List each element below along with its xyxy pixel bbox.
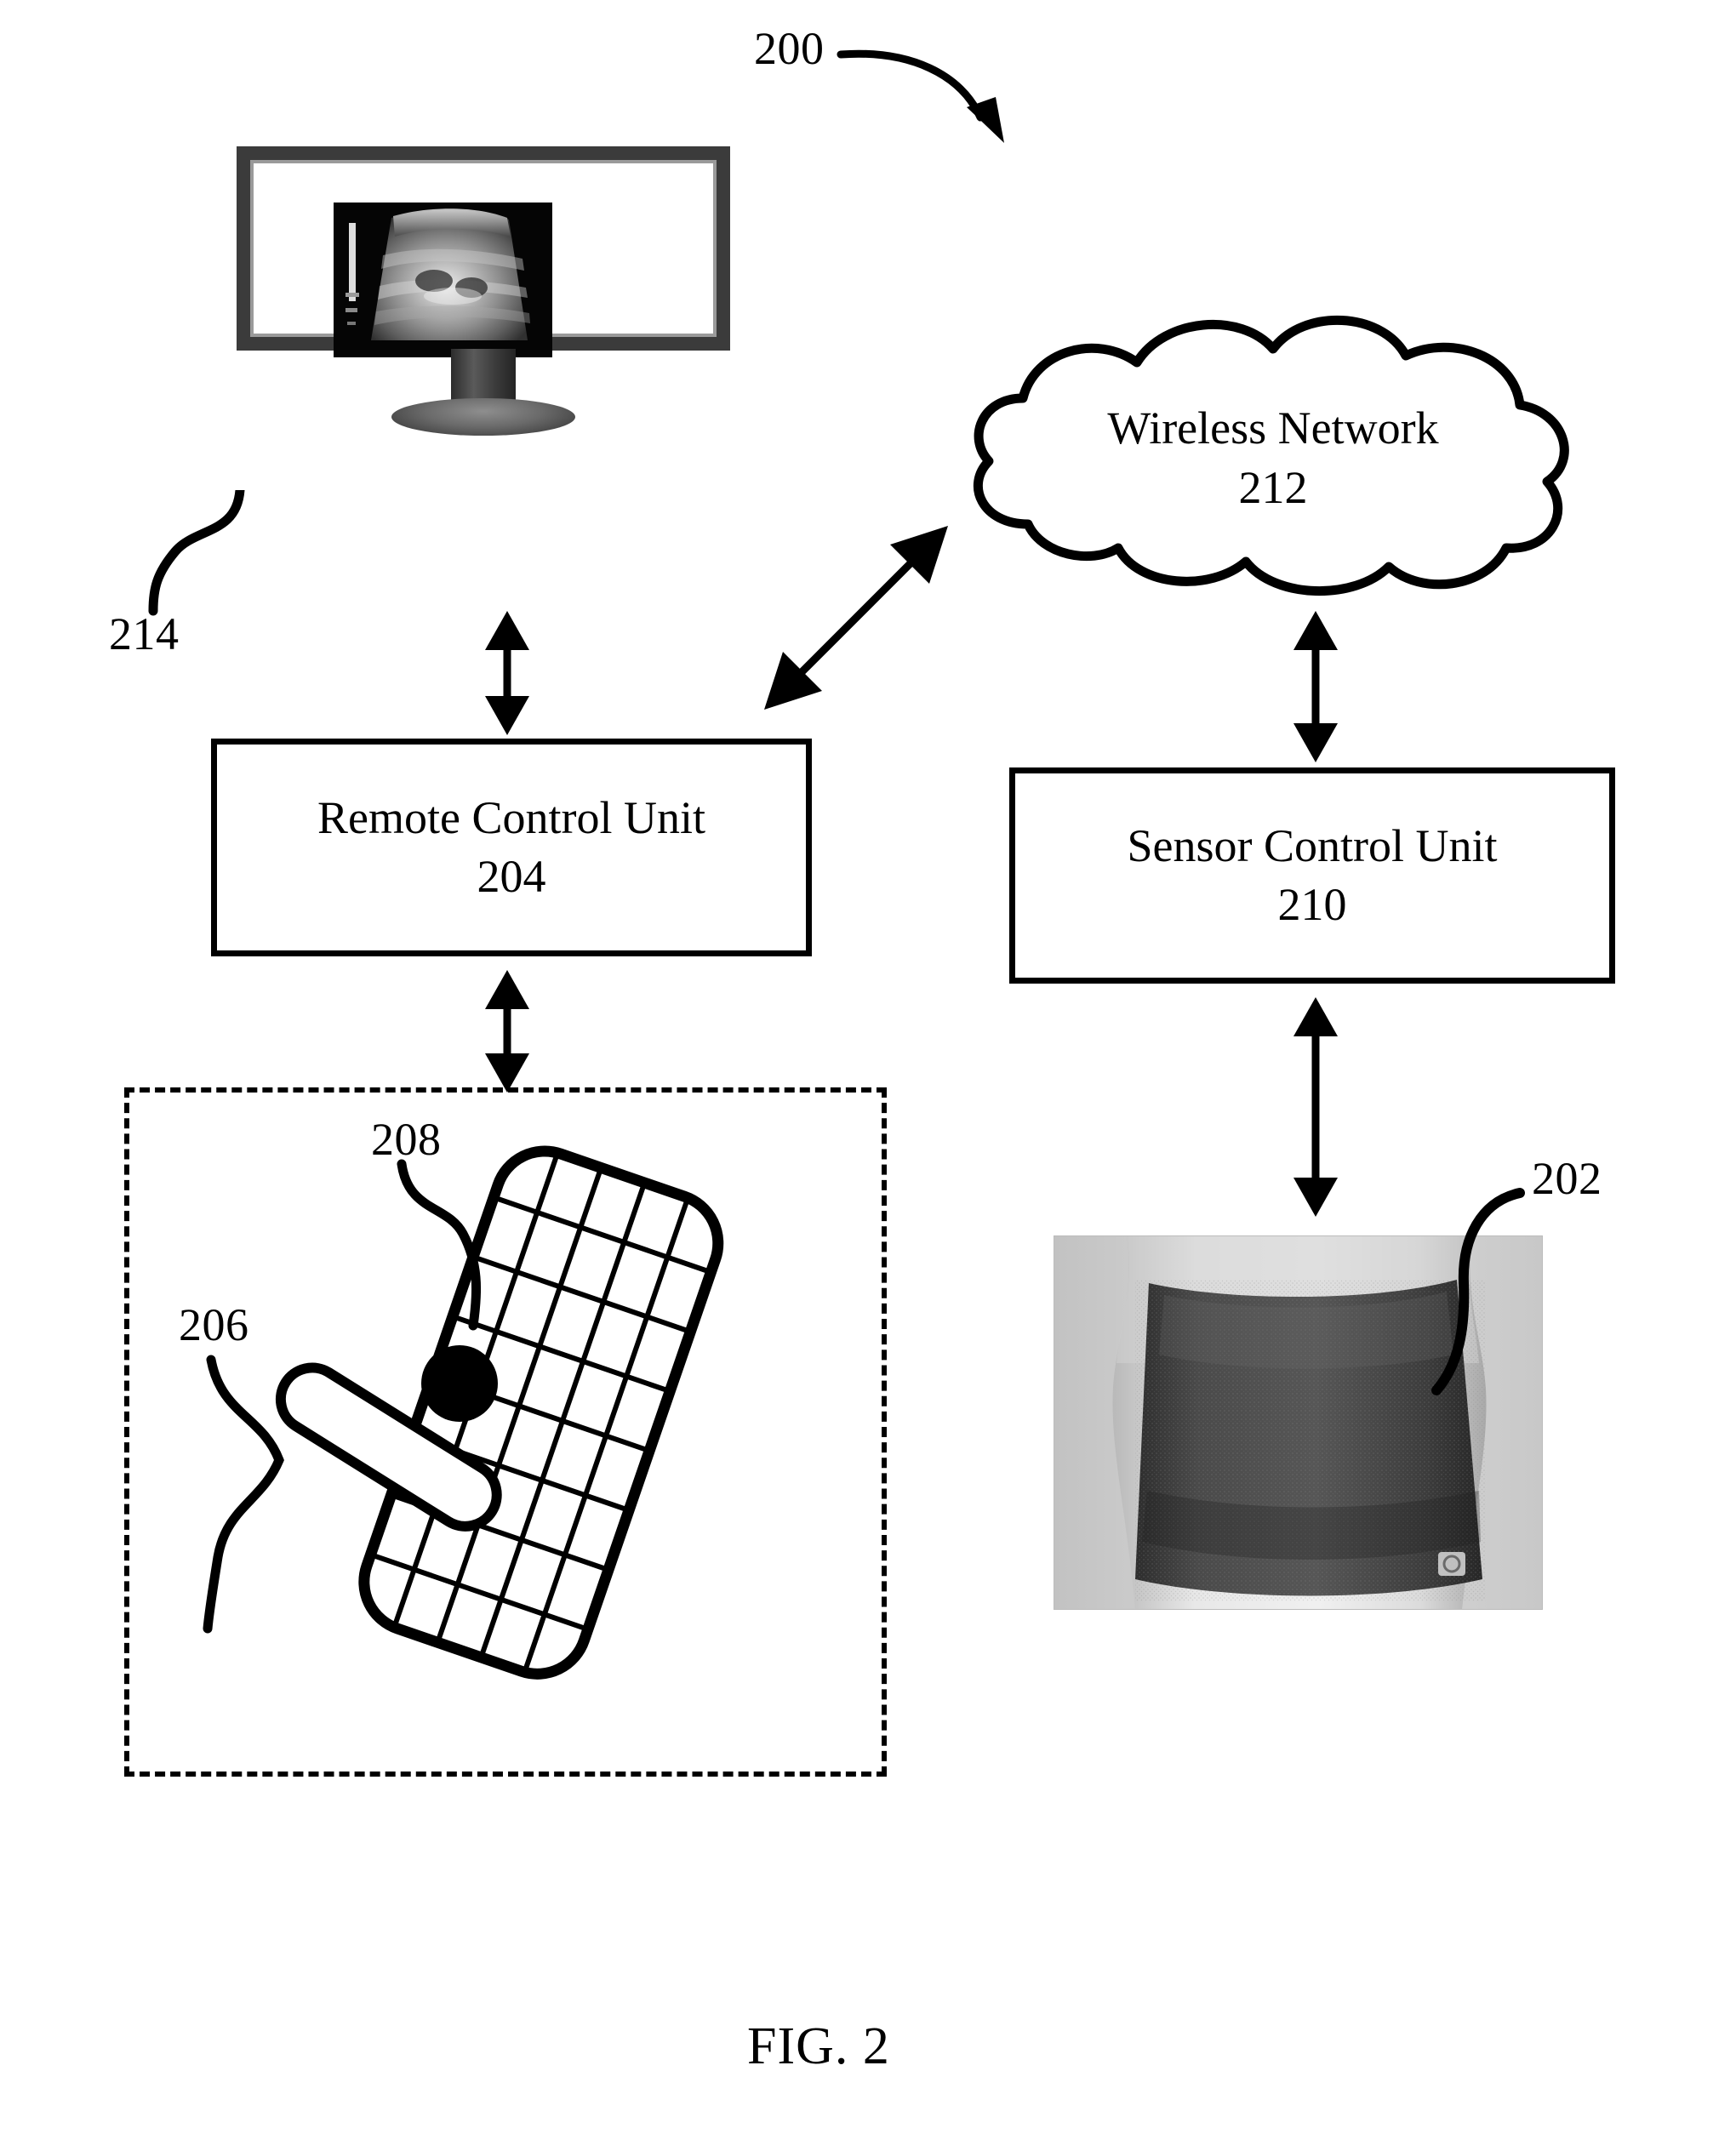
arrow-rcu-to-network (764, 526, 948, 710)
wireless-network-text-block: Wireless Network 212 (933, 398, 1613, 517)
remote-control-unit-label: Remote Control Unit (317, 791, 705, 843)
remote-control-unit-box[interactable]: Remote Control Unit 204 (211, 739, 812, 956)
probe-leader-line (203, 1355, 284, 1634)
sensor-belt-leader-line (1431, 1188, 1525, 1395)
system-numeral-leader-arrow (837, 49, 1004, 143)
arrow-scu-to-belt (1293, 997, 1338, 1217)
sensor-control-unit-numeral-210: 210 (1277, 879, 1347, 930)
wireless-network-label: Wireless Network (1107, 402, 1439, 454)
wireless-network-numeral-212: 212 (1238, 462, 1308, 514)
arrow-display-to-rcu (485, 611, 529, 735)
monitor-base (391, 398, 575, 436)
sensor-control-unit-label: Sensor Control Unit (1127, 819, 1498, 871)
arrow-network-to-scu (1293, 611, 1338, 762)
wireless-network-cloud: Wireless Network 212 (933, 296, 1613, 602)
probe-contact-marker (421, 1345, 498, 1422)
remote-control-unit-numeral-204: 204 (477, 851, 546, 902)
arrow-rcu-to-gridpad (485, 970, 529, 1093)
gridpad-numeral-208: 208 (371, 1114, 442, 1165)
system-numeral-200: 200 (754, 23, 825, 74)
sensor-control-unit-box[interactable]: Sensor Control Unit 210 (1009, 767, 1615, 984)
gridpad-leader-line (397, 1159, 482, 1331)
figure-caption: FIG. 2 (747, 2017, 890, 2075)
ultrasound-scan-image (334, 203, 552, 357)
sensor-belt-numeral-202: 202 (1532, 1153, 1602, 1204)
patent-figure-page: 200 214 Wireless Network 212 Remote Cont… (0, 0, 1736, 2151)
display-numeral-214: 214 (109, 608, 180, 659)
probe-numeral-206: 206 (179, 1299, 249, 1350)
display-leader-line (148, 490, 245, 616)
